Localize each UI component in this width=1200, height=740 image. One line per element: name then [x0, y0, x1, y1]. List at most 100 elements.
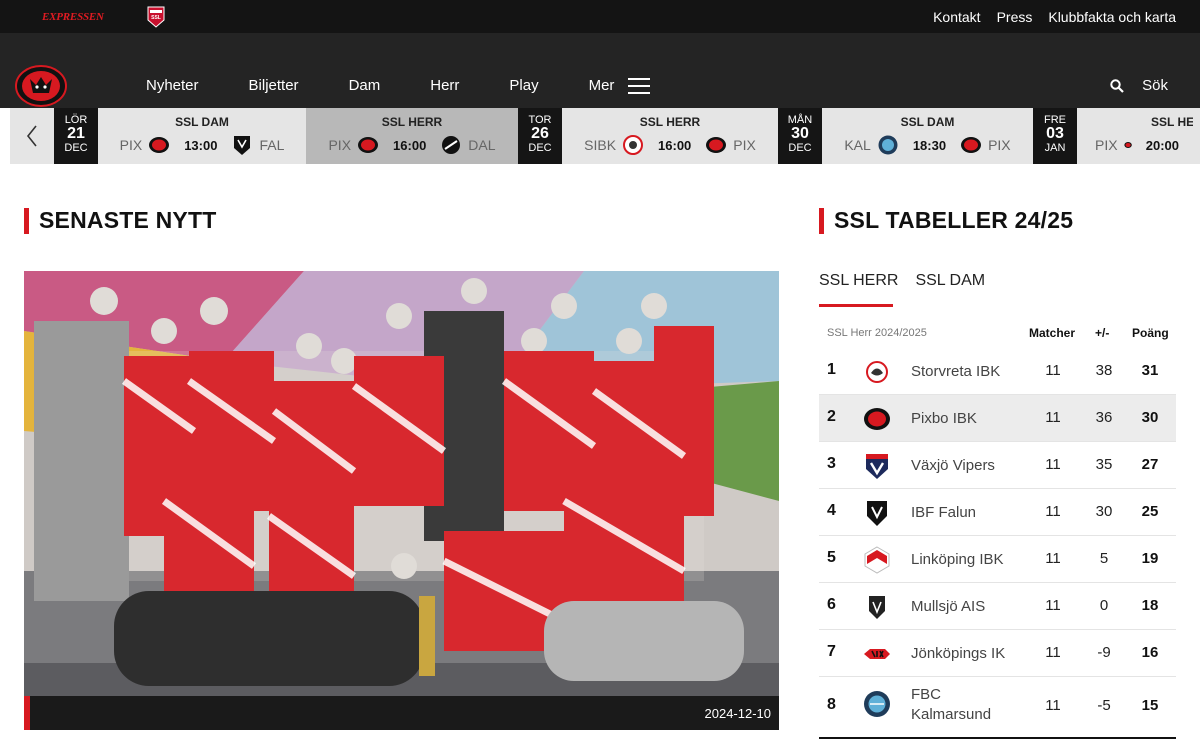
news-title: SENASTE NYTT: [39, 207, 217, 233]
kontakt-link[interactable]: Kontakt: [933, 9, 980, 25]
tab-ssl-dam[interactable]: SSL DAM: [915, 272, 985, 290]
season-label: SSL Herr 2024/2025: [827, 327, 927, 339]
table-row[interactable]: 8 FBC Kalmarsund 11 -5 15: [819, 677, 1176, 735]
table-row[interactable]: 4 IBF Falun 11 30 25: [819, 489, 1176, 536]
pixbo-logo-icon[interactable]: [15, 65, 67, 107]
row-team[interactable]: Växjö Vipers: [911, 456, 995, 476]
table-row[interactable]: 6 Mullsjö AIS 11 0 18: [819, 583, 1176, 630]
nav-items: Nyheter Biljetter Dam Herr Play Mer: [146, 77, 651, 94]
search-label[interactable]: Sök: [1142, 77, 1168, 94]
linkoping-logo-icon: [864, 546, 890, 574]
row-position: 1: [827, 361, 836, 378]
mullsjo-logo-icon: [869, 596, 885, 619]
row-team[interactable]: FBC Kalmarsund: [911, 685, 991, 725]
match-league: SSL DAM: [175, 115, 229, 129]
date-box: MÅN 30 DEC: [778, 108, 822, 164]
main-nav: Nyheter Biljetter Dam Herr Play Mer Sök: [0, 33, 1200, 108]
nav-biljetter[interactable]: Biljetter: [249, 77, 299, 94]
date-box: LÖR 21 DEC: [54, 108, 98, 164]
top-links: Kontakt Press Klubbfakta och karta: [933, 0, 1176, 33]
table-row[interactable]: 3 Växjö Vipers 11 35 27: [819, 442, 1176, 489]
pixbo-team-icon: [358, 137, 379, 153]
match-card[interactable]: SSL HERR PIX 16:00 DAL: [306, 108, 518, 164]
match-card[interactable]: SSL HERR PIX 20:00: [1077, 108, 1193, 164]
table-tabs: SSL HERR SSL DAM: [819, 272, 985, 290]
row-team[interactable]: Mullsjö AIS: [911, 597, 985, 617]
away-team: DAL: [468, 137, 496, 153]
row-diff: 0: [1099, 597, 1109, 614]
row-points: 16: [1141, 644, 1159, 661]
jonkoping-logo-icon: [864, 649, 890, 659]
klubbfakta-link[interactable]: Klubbfakta och karta: [1048, 9, 1176, 25]
kalmarsund-logo-icon: [864, 691, 890, 717]
date-box: FRE 03 JAN: [1033, 108, 1077, 164]
row-team[interactable]: Linköping IBK: [911, 550, 1004, 570]
row-diff: 5: [1099, 550, 1109, 567]
menu-icon[interactable]: [628, 77, 651, 94]
row-points: 18: [1141, 597, 1159, 614]
row-matches: 11: [1045, 550, 1061, 567]
tab-ssl-herr[interactable]: SSL HERR: [819, 272, 898, 290]
news-footer: 2024-12-10: [24, 696, 779, 730]
table-row[interactable]: 1 Storvreta IBK 11 38 31: [819, 348, 1176, 395]
date-day: 21: [67, 125, 85, 142]
row-diff: -9: [1097, 644, 1111, 661]
active-tab-indicator: [819, 304, 893, 307]
table-row[interactable]: 2 Pixbo IBK 11 36 30: [819, 395, 1176, 442]
expressen-logo[interactable]: EXPRESSEN: [42, 11, 104, 23]
row-position: 2: [827, 408, 836, 425]
table-title: SSL TABELLER 24/25: [834, 207, 1074, 233]
chevron-left-icon: [26, 125, 37, 147]
match-row: PIX 20:00: [1089, 134, 1193, 156]
nav-dam[interactable]: Dam: [349, 77, 381, 94]
row-diff: -5: [1097, 697, 1111, 714]
match-card[interactable]: SSL HERR SIBK 16:00 PIX: [562, 108, 778, 164]
match-row: PIX 13:00 FAL: [98, 134, 306, 156]
svg-text:SSL: SSL: [151, 15, 161, 21]
nav-mer[interactable]: Mer: [589, 77, 615, 94]
row-team[interactable]: Jönköpings IK: [911, 644, 1005, 664]
storvreta-logo-icon: [866, 361, 888, 383]
row-matches: 11: [1045, 644, 1061, 661]
pixbo-team-icon: [706, 137, 727, 153]
strip-prev-button[interactable]: [10, 108, 54, 164]
news-card[interactable]: 2024-12-10: [24, 271, 779, 740]
match-time: 18:30: [912, 137, 947, 153]
row-points: 31: [1141, 362, 1159, 379]
row-position: 5: [827, 549, 836, 566]
date-month: DEC: [64, 142, 88, 154]
row-team[interactable]: IBF Falun: [911, 503, 976, 523]
match-league: SSL HERR: [381, 115, 443, 129]
table-row[interactable]: 5 Linköping IBK 11 5 19: [819, 536, 1176, 583]
team-photo[interactable]: [24, 271, 779, 696]
row-points: 27: [1141, 456, 1159, 473]
away-team: PIX: [988, 137, 1011, 153]
row-team[interactable]: Storvreta IBK: [911, 362, 1000, 382]
home-team: SIBK: [584, 137, 617, 153]
search-area[interactable]: Sök: [1110, 77, 1168, 94]
table-bottom-rule: [819, 737, 1176, 739]
search-icon[interactable]: [1110, 78, 1124, 93]
match-time: 16:00: [658, 137, 692, 153]
home-team: PIX: [119, 137, 143, 153]
table-header: SSL Herr 2024/2025 Matcher +/- Poäng: [819, 325, 1176, 343]
match-row: KAL 18:30 PIX: [822, 134, 1033, 156]
ssl-logo-icon[interactable]: SSL: [147, 6, 165, 28]
row-diff: 38: [1095, 362, 1113, 379]
nav-herr[interactable]: Herr: [430, 77, 459, 94]
row-team-line2: Kalmarsund: [911, 706, 992, 723]
match-card[interactable]: SSL DAM PIX 13:00 FAL: [98, 108, 306, 164]
nav-play[interactable]: Play: [509, 77, 538, 94]
row-position: 8: [827, 696, 836, 713]
nav-nyheter[interactable]: Nyheter: [146, 77, 199, 94]
col-points: Poäng: [1132, 326, 1169, 340]
row-points: 30: [1141, 409, 1159, 426]
pixbo-team-icon: [961, 137, 982, 153]
falun-logo-icon: [867, 501, 887, 526]
match-card[interactable]: SSL DAM KAL 18:30 PIX: [822, 108, 1033, 164]
row-matches: 11: [1045, 456, 1061, 473]
row-team[interactable]: Pixbo IBK: [911, 409, 977, 429]
table-row[interactable]: 7 Jönköpings IK 11 -9 16: [819, 630, 1176, 677]
press-link[interactable]: Press: [997, 9, 1033, 25]
row-matches: 11: [1045, 503, 1061, 520]
